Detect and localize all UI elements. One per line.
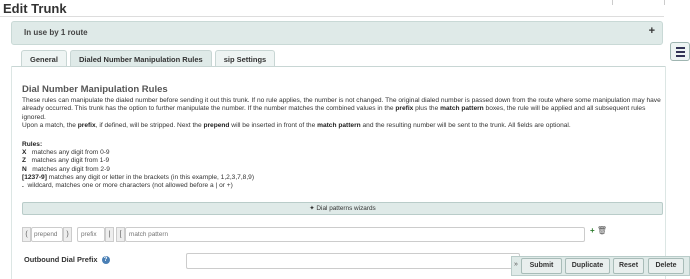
reset-button[interactable]: Reset — [613, 258, 644, 274]
tab-sip-settings[interactable]: sip Settings — [214, 50, 276, 67]
rule-item: Z matches any digit from 1-9 — [22, 157, 254, 165]
description-bold: prefix — [395, 105, 414, 113]
add-row-plus-icon[interactable]: + — [590, 226, 595, 235]
outbound-dial-prefix-input[interactable] — [186, 253, 520, 269]
duplicate-button[interactable]: Duplicate — [565, 258, 610, 274]
description-bold: match pattern — [317, 122, 361, 130]
rule-text: matches any digit from 0-9 — [26, 149, 110, 156]
description-text: and the resulting number will be sent to… — [360, 122, 571, 130]
submit-button[interactable]: Submit — [521, 258, 562, 274]
divider — [664, 0, 665, 5]
collapse-arrow-icon[interactable]: » — [514, 261, 518, 268]
outbound-dial-prefix-label: Outbound Dial Prefix ? — [24, 255, 110, 265]
prepend-input[interactable] — [31, 227, 63, 242]
rule-text: matches any digit or letter in the brack… — [46, 173, 255, 181]
tab-general[interactable]: General — [21, 50, 67, 67]
rule-item: X matches any digit from 0-9 — [22, 149, 254, 157]
tab-bar: General Dialed Number Manipulation Rules… — [21, 50, 278, 67]
route-usage-panel[interactable]: In use by 1 route + — [11, 21, 663, 45]
help-icon[interactable]: ? — [101, 256, 110, 265]
magic-wand-icon: ✦ — [309, 205, 315, 212]
divider — [612, 0, 613, 5]
rule-text: matches any digit from 1-9 — [26, 157, 110, 165]
prefix-input[interactable] — [77, 227, 105, 242]
rule-item: [1237-9] matches any digit or letter in … — [22, 174, 254, 182]
section-description: These rules can manipulate the dialed nu… — [22, 97, 662, 131]
trash-icon[interactable]: 🗑 — [597, 226, 607, 235]
description-text: , if defined, will be stripped. Next the — [95, 122, 204, 130]
description-bold: prepend — [203, 122, 230, 130]
tab-dialed-number-manipulation-rules[interactable]: Dialed Number Manipulation Rules — [69, 50, 212, 67]
description-bold: match pattern — [440, 105, 484, 113]
dial-patterns-wizard-button[interactable]: ✦ Dial patterns wizards — [22, 202, 663, 215]
route-usage-text: In use by 1 route — [24, 28, 88, 37]
description-text: Upon a match, the — [22, 122, 78, 130]
rules-list: X matches any digit from 0-9 Z matches a… — [22, 149, 254, 190]
expand-plus-icon[interactable]: + — [649, 25, 655, 37]
page-title: Edit Trunk — [3, 1, 67, 16]
description-text: plus the — [413, 105, 441, 113]
row-actions: + 🗑 — [590, 226, 607, 235]
wizard-label: Dial patterns wizards — [316, 205, 376, 212]
close-paren: ) — [63, 227, 72, 242]
outbound-label-text: Outbound Dial Prefix — [24, 255, 98, 264]
menu-list-icon[interactable] — [670, 42, 690, 61]
open-paren: ( — [22, 227, 31, 242]
delete-button[interactable]: Delete — [648, 258, 684, 274]
rule-key: [1237-9] — [22, 173, 47, 181]
description-bold: prefix — [77, 122, 96, 130]
rules-title: Rules: — [22, 141, 43, 148]
rule-item: N matches any digit from 2-9 — [22, 166, 254, 174]
rule-text: matches any digit from 2-9 — [26, 165, 110, 173]
description-text: will be inserted in front of the — [229, 122, 318, 130]
section-title: Dial Number Manipulation Rules — [22, 84, 168, 95]
rule-text: wildcard, matches one or more characters… — [23, 182, 233, 190]
rule-item: . wildcard, matches one or more characte… — [22, 182, 254, 190]
pipe-separator: | — [105, 227, 114, 242]
divider — [0, 16, 664, 17]
open-bracket: [ — [116, 227, 125, 242]
match-pattern-input[interactable] — [125, 227, 585, 242]
